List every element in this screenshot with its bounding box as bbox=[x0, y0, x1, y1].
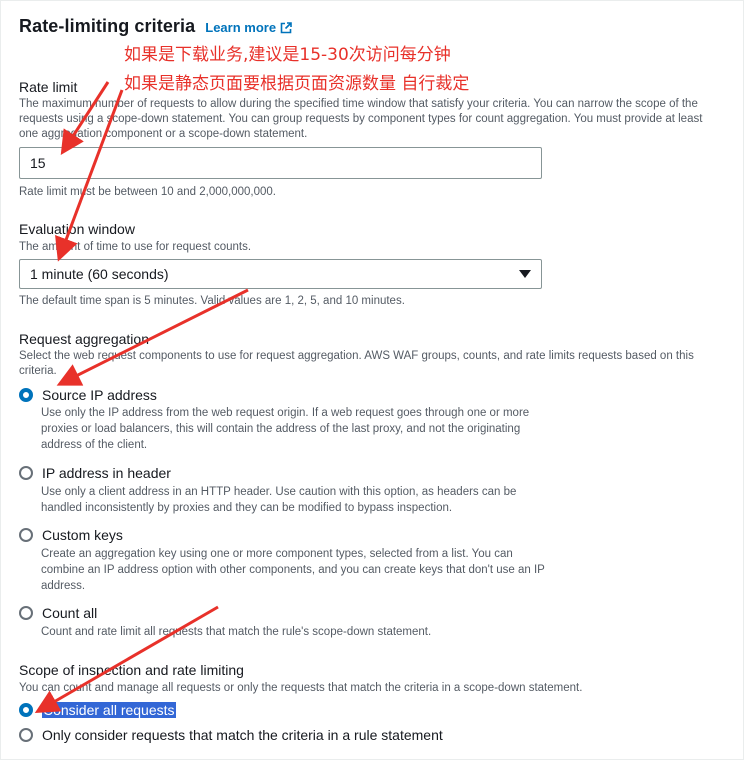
radio-ip-in-header-label: IP address in header bbox=[42, 465, 171, 481]
radio-source-ip-description: Use only the IP address from the web req… bbox=[41, 407, 530, 451]
radio-custom-keys-label: Custom keys bbox=[42, 527, 123, 543]
radio-unselected-icon[interactable] bbox=[19, 606, 33, 620]
rate-limit-description: The maximum number of requests to allow … bbox=[19, 98, 703, 140]
radio-consider-all-label: Consider all requests bbox=[42, 702, 176, 718]
radio-count-all[interactable]: Count all bbox=[19, 605, 97, 621]
evaluation-window-value: 1 minute (60 seconds) bbox=[30, 266, 169, 282]
radio-only-matching[interactable]: Only consider requests that match the cr… bbox=[19, 727, 443, 743]
radio-count-all-description: Count and rate limit all requests that m… bbox=[41, 626, 432, 638]
evaluation-window-hint: The default time span is 5 minutes. Vali… bbox=[19, 295, 405, 307]
annotation-line-2: 如果是静态页面要根据页面资源数量 自行裁定 bbox=[124, 74, 470, 94]
evaluation-window-label: Evaluation window bbox=[19, 221, 135, 237]
rate-limit-input[interactable] bbox=[19, 147, 542, 179]
learn-more-label: Learn more bbox=[205, 20, 277, 35]
evaluation-window-select[interactable]: 1 minute (60 seconds) bbox=[19, 259, 542, 289]
radio-custom-keys-description: Create an aggregation key using one or m… bbox=[41, 548, 545, 592]
radio-custom-keys[interactable]: Custom keys bbox=[19, 527, 123, 543]
request-aggregation-label: Request aggregation bbox=[19, 331, 149, 347]
learn-more-link[interactable]: Learn more bbox=[205, 20, 292, 35]
rate-limit-label: Rate limit bbox=[19, 79, 78, 95]
radio-consider-all[interactable]: Consider all requests bbox=[19, 702, 176, 718]
evaluation-window-description: The amount of time to use for request co… bbox=[19, 241, 252, 253]
radio-unselected-icon[interactable] bbox=[19, 728, 33, 742]
panel-title: Rate-limiting criteria bbox=[19, 16, 196, 36]
radio-count-all-label: Count all bbox=[42, 605, 98, 621]
radio-ip-in-header[interactable]: IP address in header bbox=[19, 465, 171, 481]
scope-description: You can count and manage all requests or… bbox=[19, 682, 583, 694]
radio-source-ip[interactable]: Source IP address bbox=[19, 387, 157, 403]
request-aggregation-description: Select the web request components to use… bbox=[19, 350, 694, 377]
rate-limit-hint: Rate limit must be between 10 and 2,000,… bbox=[19, 186, 277, 198]
scope-label: Scope of inspection and rate limiting bbox=[19, 662, 244, 678]
radio-only-matching-label: Only consider requests that match the cr… bbox=[42, 727, 443, 743]
radio-selected-icon[interactable] bbox=[19, 703, 33, 717]
radio-unselected-icon[interactable] bbox=[19, 528, 33, 542]
panel-header: Rate-limiting criteria Learn more bbox=[19, 16, 292, 37]
caret-down-icon bbox=[519, 270, 531, 278]
external-link-icon bbox=[280, 21, 292, 33]
radio-ip-in-header-description: Use only a client address in an HTTP hea… bbox=[41, 486, 517, 514]
radio-selected-icon[interactable] bbox=[19, 388, 33, 402]
annotation-line-1: 如果是下载业务,建议是15-30次访问每分钟 bbox=[124, 45, 451, 65]
radio-unselected-icon[interactable] bbox=[19, 466, 33, 480]
radio-source-ip-label: Source IP address bbox=[42, 387, 157, 403]
